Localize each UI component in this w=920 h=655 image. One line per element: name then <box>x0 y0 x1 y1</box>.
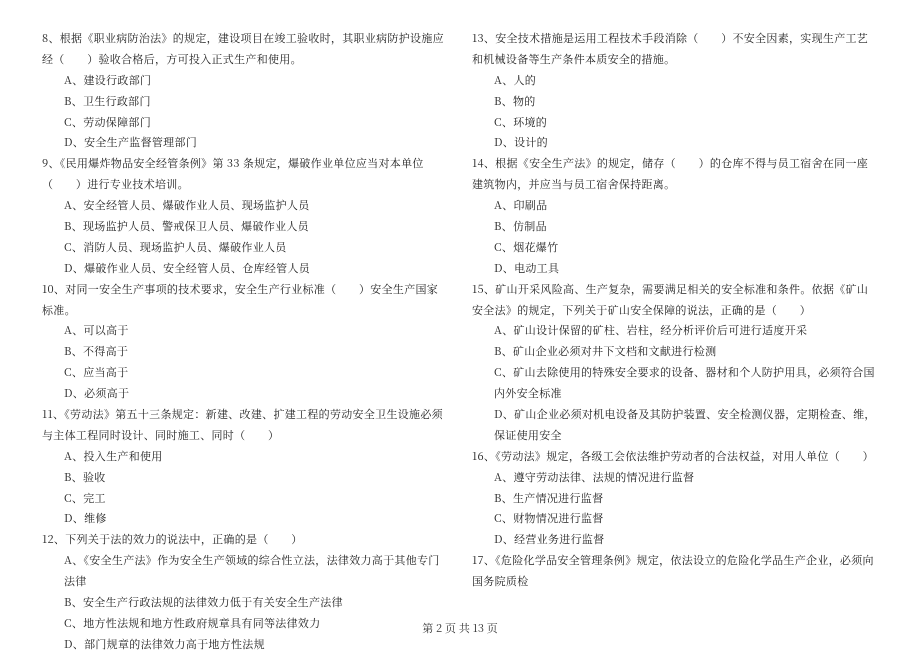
question-14: 14、根据《安全生产法》的规定，储存（ ）的仓库不得与员工宿舍在同一座建筑物内，… <box>472 153 878 278</box>
option-c: C、烟花爆竹 <box>494 237 878 258</box>
option-b: B、卫生行政部门 <box>64 91 448 112</box>
option-b: B、验收 <box>64 467 448 488</box>
page-root: 8、根据《职业病防治法》的规定，建设项目在竣工验收时，其职业病防护设施应经（ ）… <box>0 0 920 650</box>
option-a: A、可以高于 <box>64 320 448 341</box>
option-a: A、投入生产和使用 <box>64 446 448 467</box>
question-options: A、建设行政部门 B、卫生行政部门 C、劳动保障部门 D、安全生产监督管理部门 <box>42 70 448 154</box>
option-a: A、遵守劳动法律、法规的情况进行监督 <box>494 467 878 488</box>
question-options: A、印刷品 B、仿制品 C、烟花爆竹 D、电动工具 <box>472 195 878 279</box>
question-stem: 12、下列关于法的效力的说法中，正确的是（ ） <box>42 529 448 550</box>
option-d: D、安全生产监督管理部门 <box>64 132 448 153</box>
option-d: D、经营业务进行监督 <box>494 529 878 550</box>
question-options: A、人的 B、物的 C、环境的 D、设计的 <box>472 70 878 154</box>
question-options: A、《安全生产法》作为安全生产领域的综合性立法，法律效力高于其他专门法律 B、安… <box>42 550 448 654</box>
question-stem: 15、矿山开采风险高、生产复杂，需要满足相关的安全标准和条件。依据《矿山安全法》… <box>472 279 878 321</box>
option-a: A、安全经管人员、爆破作业人员、现场监护人员 <box>64 195 448 216</box>
option-b: B、安全生产行政法规的法律效力低于有关安全生产法律 <box>64 592 448 613</box>
question-10: 10、对同一安全生产事项的技术要求，安全生产行业标准（ ）安全生产国家标准。 A… <box>42 279 448 404</box>
option-d: D、维修 <box>64 508 448 529</box>
question-options: A、遵守劳动法律、法规的情况进行监督 B、生产情况进行监督 C、财物情况进行监督… <box>472 467 878 551</box>
option-a: A、建设行政部门 <box>64 70 448 91</box>
question-17: 17、《危险化学品安全管理条例》规定，依法设立的危险化学品生产企业，必须向国务院… <box>472 550 878 592</box>
option-a: A、《安全生产法》作为安全生产领域的综合性立法，法律效力高于其他专门法律 <box>64 550 448 592</box>
question-stem: 14、根据《安全生产法》的规定，储存（ ）的仓库不得与员工宿舍在同一座建筑物内，… <box>472 153 878 195</box>
option-d: D、必须高于 <box>64 383 448 404</box>
option-b: B、仿制品 <box>494 216 878 237</box>
question-stem: 10、对同一安全生产事项的技术要求，安全生产行业标准（ ）安全生产国家标准。 <box>42 279 448 321</box>
option-c: C、应当高于 <box>64 362 448 383</box>
question-options: A、矿山设计保留的矿柱、岩柱，经分析评价后可进行适度开采 B、矿山企业必须对井下… <box>472 320 878 445</box>
option-c: C、劳动保障部门 <box>64 112 448 133</box>
option-b: B、生产情况进行监督 <box>494 488 878 509</box>
option-a: A、人的 <box>494 70 878 91</box>
question-8: 8、根据《职业病防治法》的规定，建设项目在竣工验收时，其职业病防护设施应经（ ）… <box>42 28 448 153</box>
option-c: C、矿山去除使用的特殊安全要求的设备、器材和个人防护用具，必须符合国内外安全标准 <box>494 362 878 404</box>
option-c: C、消防人员、现场监护人员、爆破作业人员 <box>64 237 448 258</box>
option-d: D、爆破作业人员、安全经管人员、仓库经管人员 <box>64 258 448 279</box>
option-d: D、电动工具 <box>494 258 878 279</box>
question-stem: 13、安全技术措施是运用工程技术手段消除（ ）不安全因素，实现生产工艺和机械设备… <box>472 28 878 70</box>
question-options: A、可以高于 B、不得高于 C、应当高于 D、必须高于 <box>42 320 448 404</box>
question-11: 11、《劳动法》第五十三条规定：新建、改建、扩建工程的劳动安全卫生设施必须与主体… <box>42 404 448 529</box>
page-footer: 第 2 页 共 13 页 <box>0 620 920 636</box>
option-d: D、设计的 <box>494 132 878 153</box>
option-c: C、完工 <box>64 488 448 509</box>
question-stem: 9、《民用爆炸物品安全经管条例》第 33 条规定，爆破作业单位应当对本单位（ ）… <box>42 153 448 195</box>
question-stem: 11、《劳动法》第五十三条规定：新建、改建、扩建工程的劳动安全卫生设施必须与主体… <box>42 404 448 446</box>
question-options: A、投入生产和使用 B、验收 C、完工 D、维修 <box>42 446 448 530</box>
content-columns: 8、根据《职业病防治法》的规定，建设项目在竣工验收时，其职业病防护设施应经（ ）… <box>0 0 920 655</box>
question-stem: 8、根据《职业病防治法》的规定，建设项目在竣工验收时，其职业病防护设施应经（ ）… <box>42 28 448 70</box>
option-a: A、印刷品 <box>494 195 878 216</box>
question-16: 16、《劳动法》规定，各级工会依法维护劳动者的合法权益，对用人单位（ ） A、遵… <box>472 446 878 550</box>
option-d: D、矿山企业必须对机电设备及其防护装置、安全检测仪器，定期检查、维，保证使用安全 <box>494 404 878 446</box>
question-stem: 16、《劳动法》规定，各级工会依法维护劳动者的合法权益，对用人单位（ ） <box>472 446 878 467</box>
question-9: 9、《民用爆炸物品安全经管条例》第 33 条规定，爆破作业单位应当对本单位（ ）… <box>42 153 448 278</box>
question-15: 15、矿山开采风险高、生产复杂，需要满足相关的安全标准和条件。依据《矿山安全法》… <box>472 279 878 446</box>
question-options: A、安全经管人员、爆破作业人员、现场监护人员 B、现场监护人员、警戒保卫人员、爆… <box>42 195 448 279</box>
option-b: B、矿山企业必须对井下文档和文献进行检测 <box>494 341 878 362</box>
option-b: B、不得高于 <box>64 341 448 362</box>
option-c: C、财物情况进行监督 <box>494 508 878 529</box>
option-d: D、部门规章的法律效力高于地方性法规 <box>64 634 448 655</box>
option-b: B、物的 <box>494 91 878 112</box>
option-c: C、环境的 <box>494 112 878 133</box>
question-13: 13、安全技术措施是运用工程技术手段消除（ ）不安全因素，实现生产工艺和机械设备… <box>472 28 878 153</box>
option-a: A、矿山设计保留的矿柱、岩柱，经分析评价后可进行适度开采 <box>494 320 878 341</box>
question-stem: 17、《危险化学品安全管理条例》规定，依法设立的危险化学品生产企业，必须向国务院… <box>472 550 878 592</box>
option-b: B、现场监护人员、警戒保卫人员、爆破作业人员 <box>64 216 448 237</box>
